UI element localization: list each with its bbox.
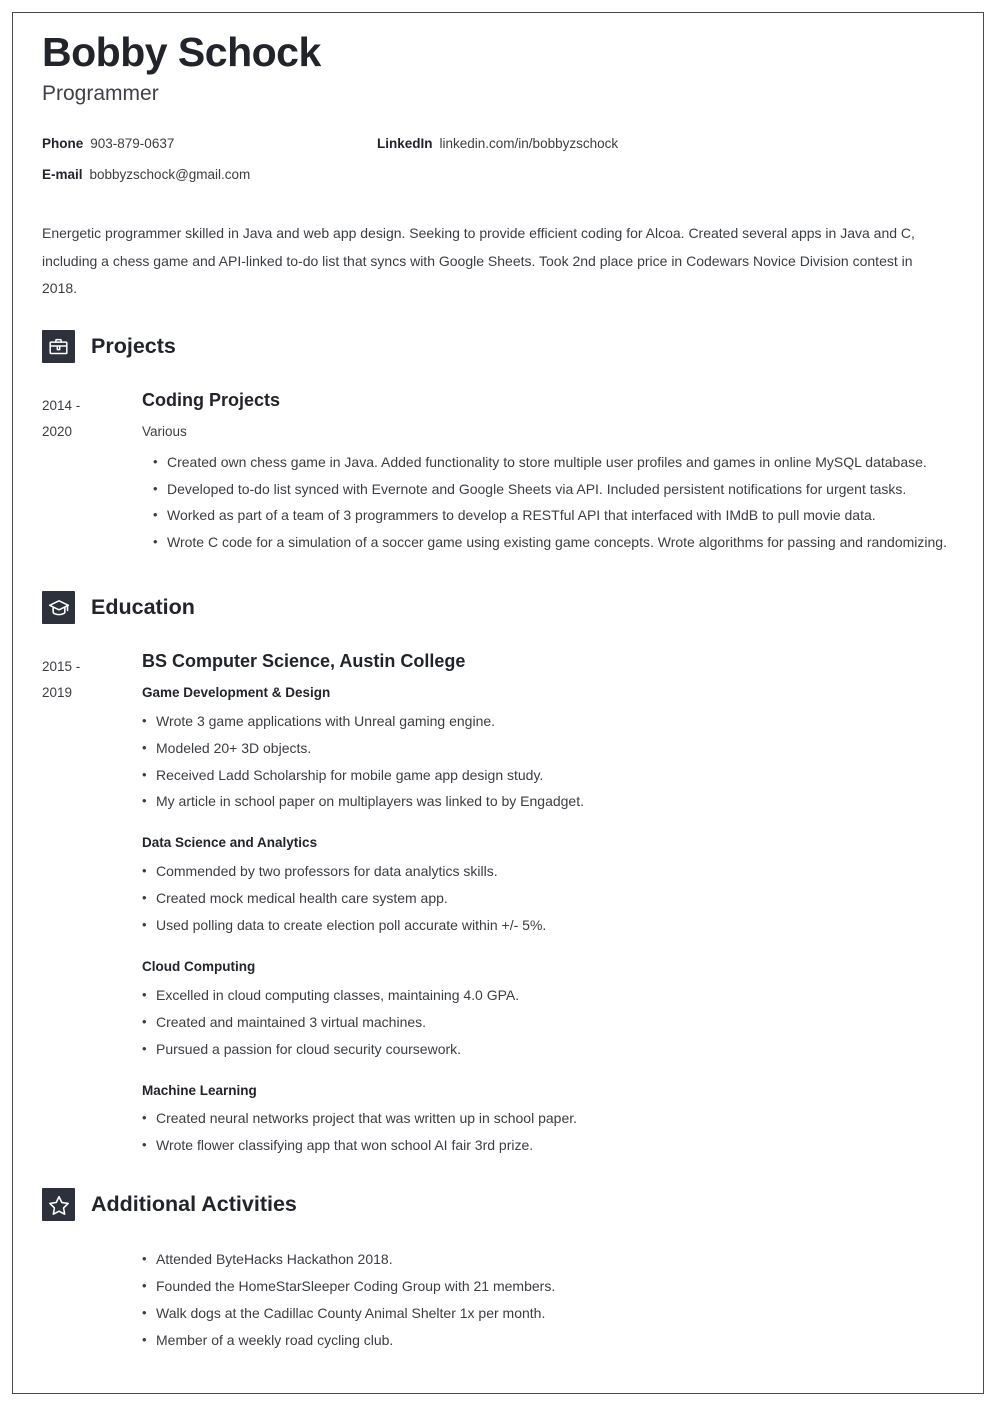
list-item: Worked as part of a team of 3 programmer… — [153, 503, 954, 528]
contact-row: Phone 903-879-0637 LinkedIn linkedin.com… — [42, 136, 954, 153]
list-item: Wrote 3 game applications with Unreal ga… — [142, 709, 954, 734]
graduation-cap-icon — [42, 591, 75, 625]
contact-value-linkedin[interactable]: linkedin.com/in/bobbyzschock — [440, 136, 619, 151]
projects-entry-title: Coding Projects — [142, 390, 281, 411]
education-section: Education 2015 - 2019 BS Computer Scienc… — [42, 579, 954, 1160]
activities-body: Attended ByteHacks Hackathon 2018. Found… — [142, 1247, 954, 1353]
projects-entry: 2014 - 2020 Coding Projects Various Crea… — [42, 389, 954, 557]
education-date-start: 2015 - — [42, 659, 81, 675]
activities-bullet-list: Attended ByteHacks Hackathon 2018. Found… — [142, 1247, 954, 1353]
additional-activities-section: Additional Activities Attended ByteHacks… — [42, 1176, 954, 1353]
education-subblock-machine-learning: Machine Learning Created neural networks… — [142, 1082, 954, 1159]
list-item: Pursued a passion for cloud security cou… — [142, 1037, 954, 1062]
projects-section: Projects 2014 - 2020 Coding Projects Var… — [42, 318, 954, 557]
contact-value-email[interactable]: bobbyzschock@gmail.com — [90, 167, 251, 182]
list-item: Commended by two professors for data ana… — [142, 859, 954, 884]
contact-label-phone: Phone — [42, 136, 84, 152]
list-item: Created own chess game in Java. Added fu… — [153, 450, 954, 475]
candidate-name: Bobby Schock — [42, 29, 321, 75]
resume-header: Bobby Schock Programmer Phone 903-879-06… — [42, 29, 954, 184]
contact-details: Phone 903-879-0637 LinkedIn linkedin.com… — [42, 136, 954, 184]
list-item: Created and maintained 3 virtual machine… — [142, 1010, 954, 1035]
list-item: Member of a weekly road cycling club. — [142, 1328, 954, 1353]
list-item: Walk dogs at the Cadillac County Animal … — [142, 1301, 954, 1326]
resume-page: Bobby Schock Programmer Phone 903-879-06… — [0, 0, 996, 1406]
list-item: Attended ByteHacks Hackathon 2018. — [142, 1247, 954, 1272]
education-entry-title: BS Computer Science, Austin College — [142, 651, 466, 672]
section-header-education: Education — [42, 579, 954, 636]
resume-content: Bobby Schock Programmer Phone 903-879-06… — [0, 0, 996, 1353]
projects-entry-subtitle: Various — [142, 423, 187, 439]
education-date-end: 2019 — [42, 685, 73, 701]
contact-label-email: E-mail — [42, 167, 83, 183]
list-item: My article in school paper on multiplaye… — [142, 789, 954, 814]
list-item: Created mock medical health care system … — [142, 886, 954, 911]
list-item: Received Ladd Scholarship for mobile gam… — [142, 763, 954, 788]
contact-value-phone[interactable]: 903-879-0637 — [90, 136, 174, 151]
section-title-projects: Projects — [91, 334, 176, 359]
projects-date-start: 2014 - — [42, 398, 81, 414]
projects-entry-dates: 2014 - 2020 — [42, 389, 142, 444]
education-bullet-list: Commended by two professors for data ana… — [142, 859, 954, 938]
contact-label-linkedin: LinkedIn — [377, 136, 433, 152]
sub-heading: Machine Learning — [142, 1082, 257, 1098]
projects-date-end: 2020 — [42, 424, 73, 439]
list-item: Developed to-do list synced with Evernot… — [153, 477, 954, 502]
education-entry: 2015 - 2019 BS Computer Science, Austin … — [42, 650, 954, 1160]
projects-entry-body: Coding Projects Various Created own ches… — [142, 389, 954, 557]
section-header-activities: Additional Activities — [42, 1176, 954, 1233]
list-item: Created neural networks project that was… — [142, 1106, 954, 1131]
contact-email: E-mail bobbyzschock@gmail.com — [42, 167, 377, 182]
education-entry-body: BS Computer Science, Austin College Game… — [142, 650, 954, 1160]
education-bullet-list: Excelled in cloud computing classes, mai… — [142, 983, 954, 1062]
list-item: Wrote flower classifying app that won sc… — [142, 1133, 954, 1158]
education-subblock-data-science: Data Science and Analytics Commended by … — [142, 834, 954, 938]
education-bullet-list: Created neural networks project that was… — [142, 1106, 954, 1158]
briefcase-icon — [42, 330, 75, 364]
education-subblock-game-development: Game Development & Design Wrote 3 game a… — [142, 684, 954, 815]
star-icon — [42, 1188, 75, 1222]
education-subblock-cloud-computing: Cloud Computing Excelled in cloud comput… — [142, 958, 954, 1062]
contact-linkedin: LinkedIn linkedin.com/in/bobbyzschock — [377, 136, 618, 151]
list-item: Wrote C code for a simulation of a socce… — [153, 530, 954, 555]
contact-phone: Phone 903-879-0637 — [42, 136, 377, 151]
projects-bullet-list: Created own chess game in Java. Added fu… — [153, 450, 954, 556]
education-entry-dates: 2015 - 2019 — [42, 650, 142, 705]
section-title-activities: Additional Activities — [91, 1192, 297, 1217]
contact-row: E-mail bobbyzschock@gmail.com — [42, 167, 954, 184]
section-title-education: Education — [91, 595, 195, 620]
list-item: Modeled 20+ 3D objects. — [142, 736, 954, 761]
education-bullet-list: Wrote 3 game applications with Unreal ga… — [142, 709, 954, 815]
list-item: Excelled in cloud computing classes, mai… — [142, 983, 954, 1008]
sub-heading: Cloud Computing — [142, 958, 256, 974]
sub-heading: Data Science and Analytics — [142, 835, 318, 851]
list-item: Founded the HomeStarSleeper Coding Group… — [142, 1274, 954, 1299]
candidate-job-title: Programmer — [42, 82, 159, 106]
section-header-projects: Projects — [42, 318, 954, 375]
sub-heading: Game Development & Design — [142, 684, 331, 700]
professional-summary: Energetic programmer skilled in Java and… — [42, 225, 915, 296]
list-item: Used polling data to create election pol… — [142, 913, 954, 938]
